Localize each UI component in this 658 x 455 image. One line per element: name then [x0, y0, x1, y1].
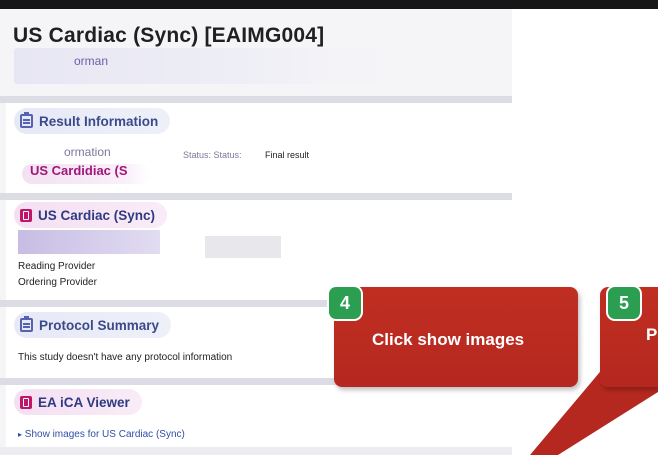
callout-5-badge: 5	[608, 287, 640, 319]
callout-5-text: P	[646, 325, 658, 344]
callout-4-text: Click show images	[372, 330, 525, 349]
callout-4-badge: 4	[329, 287, 361, 319]
